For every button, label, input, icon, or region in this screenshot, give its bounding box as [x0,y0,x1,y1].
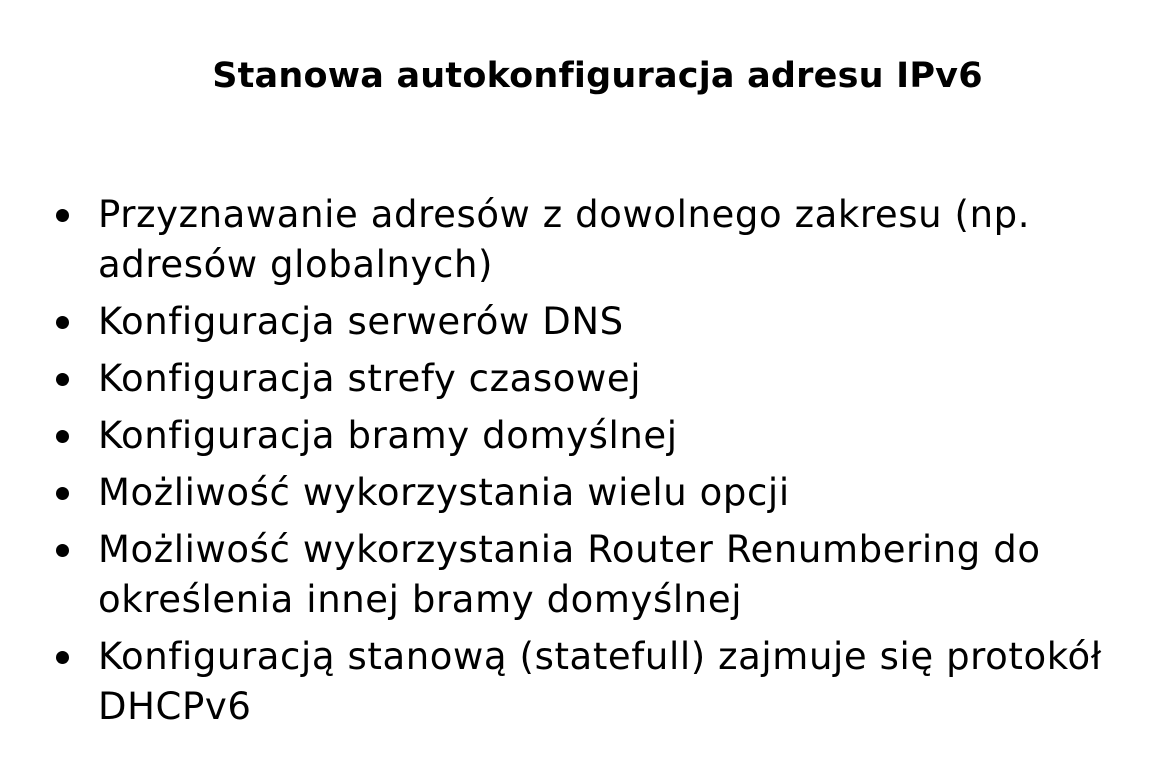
bullet-item: Możliwość wykorzystania wielu opcji [50,468,1140,518]
bullet-dot-icon [56,487,69,500]
bullet-dot-icon [56,209,69,222]
bullet-item: Możliwość wykorzystania Router Renumberi… [50,525,1140,625]
bullet-item: Konfiguracja strefy czasowej [50,354,1140,404]
bullet-text: Konfiguracją stanową (statefull) zajmuje… [98,635,1102,728]
bullet-dot-icon [56,544,69,557]
bullet-dot-icon [56,373,69,386]
bullet-dot-icon [56,651,69,664]
bullet-text: Możliwość wykorzystania Router Renumberi… [98,528,1041,621]
bullet-text: Konfiguracja bramy domyślnej [98,414,678,457]
bullet-text: Przyznawanie adresów z dowolnego zakresu… [98,193,1031,286]
bullet-item: Konfiguracja bramy domyślnej [50,411,1140,461]
bullet-dot-icon [56,430,69,443]
bullet-text: Możliwość wykorzystania wielu opcji [98,471,790,514]
slide-title: Stanowa autokonfiguracja adresu IPv6 [212,56,983,96]
bullet-dot-icon [56,316,69,329]
bullet-item: Przyznawanie adresów z dowolnego zakresu… [50,190,1140,290]
bullet-text: Konfiguracja serwerów DNS [98,300,624,343]
bullet-text: Konfiguracja strefy czasowej [98,357,642,400]
bullet-list: Przyznawanie adresów z dowolnego zakresu… [50,190,1140,739]
bullet-item: Konfiguracja serwerów DNS [50,297,1140,347]
slide: Stanowa autokonfiguracja adresu IPv6 Prz… [0,0,1155,770]
bullet-item: Konfiguracją stanową (statefull) zajmuje… [50,632,1140,732]
